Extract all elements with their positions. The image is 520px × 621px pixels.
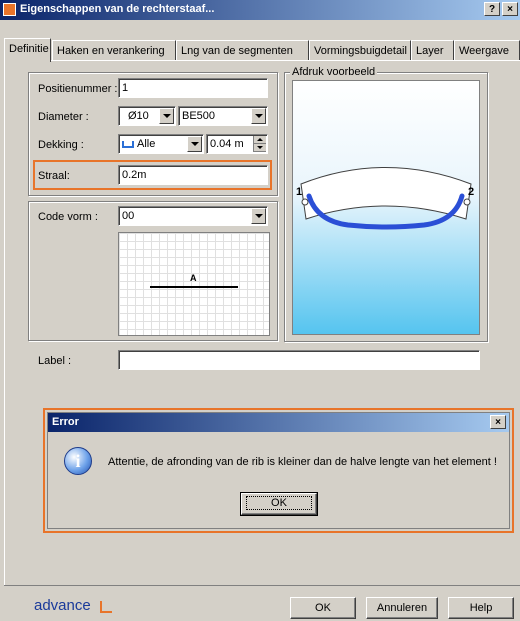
point-1-marker	[301, 198, 309, 206]
tab-definitie[interactable]: Definitie	[4, 38, 51, 62]
diameter-value: Ø10	[128, 110, 149, 122]
error-dialog: Error × i Attentie, de afronding van de …	[47, 412, 510, 529]
error-title: Error	[52, 416, 79, 428]
point-2-marker	[463, 198, 471, 206]
steel-grade-select[interactable]: BE500	[178, 106, 268, 126]
brand-icon	[100, 601, 112, 613]
preview-title: Afdruk voorbeeld	[290, 66, 378, 78]
dekking-amount-value: 0.04 m	[210, 138, 244, 150]
element-outline	[300, 167, 472, 220]
dekking-value: Alle	[137, 138, 156, 150]
error-close-button[interactable]: ×	[490, 415, 506, 429]
error-ok-label: OK	[246, 496, 312, 510]
chevron-down-icon[interactable]	[251, 208, 266, 224]
shape-segment	[150, 286, 238, 288]
positienummer-label: Positienummer :	[38, 83, 118, 95]
spin-down-icon[interactable]	[254, 144, 266, 152]
straal-highlight	[33, 160, 272, 190]
rebar-preview-drawing: 1 2	[296, 167, 474, 230]
tab-vormingsbuigdetail[interactable]: Vormingsbuigdetail	[309, 40, 411, 60]
footer: advance OK Annuleren Help	[0, 588, 520, 621]
tab-layer[interactable]: Layer	[411, 40, 454, 60]
positienummer-input[interactable]: 1	[118, 78, 268, 98]
label-input[interactable]	[118, 350, 480, 370]
dekking-select[interactable]: Alle	[118, 134, 204, 154]
ok-button[interactable]: OK	[290, 597, 356, 619]
diameter-label: Diameter :	[38, 111, 89, 123]
label-label: Label :	[38, 355, 72, 367]
shape-preview-grid: A	[118, 232, 270, 336]
brand-logo: advance	[34, 597, 91, 614]
help-title-button[interactable]: ?	[484, 2, 500, 16]
diameter-select[interactable]: Ø10	[118, 106, 176, 126]
code-vorm-value: 00	[122, 210, 135, 222]
code-vorm-select[interactable]: 00	[118, 206, 268, 226]
steel-grade-value: BE500	[182, 110, 216, 122]
shape-segment-letter: A	[190, 273, 197, 283]
error-ok-button[interactable]: OK	[240, 492, 318, 516]
code-vorm-label: Code vorm :	[38, 211, 98, 223]
spin-up-icon[interactable]	[254, 136, 266, 144]
dekking-amount-spinner[interactable]: 0.04 m	[206, 134, 268, 154]
info-icon: i	[64, 447, 92, 475]
app-icon	[3, 3, 16, 16]
chevron-down-icon[interactable]	[187, 136, 202, 152]
dekking-label: Dekking :	[38, 139, 84, 151]
close-title-button[interactable]: ×	[502, 2, 518, 16]
point-1-label: 1	[296, 186, 302, 198]
print-preview: 1 2	[292, 80, 480, 335]
error-message: Attentie, de afronding van de rib is kle…	[108, 456, 497, 468]
chevron-down-icon[interactable]	[159, 108, 174, 124]
window-titlebar: Eigenschappen van de rechterstaaf... ? ×	[0, 0, 520, 20]
tab-weergave[interactable]: Weergave	[454, 40, 520, 60]
window-title: Eigenschappen van de rechterstaaf...	[20, 3, 215, 15]
cover-icon	[122, 140, 134, 148]
point-2-label: 2	[468, 186, 474, 198]
cancel-button[interactable]: Annuleren	[366, 597, 438, 619]
chevron-down-icon[interactable]	[251, 108, 266, 124]
tab-haken-en-verankering[interactable]: Haken en verankering	[52, 40, 176, 60]
spinner-arrows[interactable]	[253, 136, 266, 152]
error-titlebar: Error ×	[48, 413, 509, 432]
footer-divider	[4, 585, 520, 586]
tab-lng-van-de-segmenten[interactable]: Lng van de segmenten	[176, 40, 309, 60]
help-button[interactable]: Help	[448, 597, 514, 619]
